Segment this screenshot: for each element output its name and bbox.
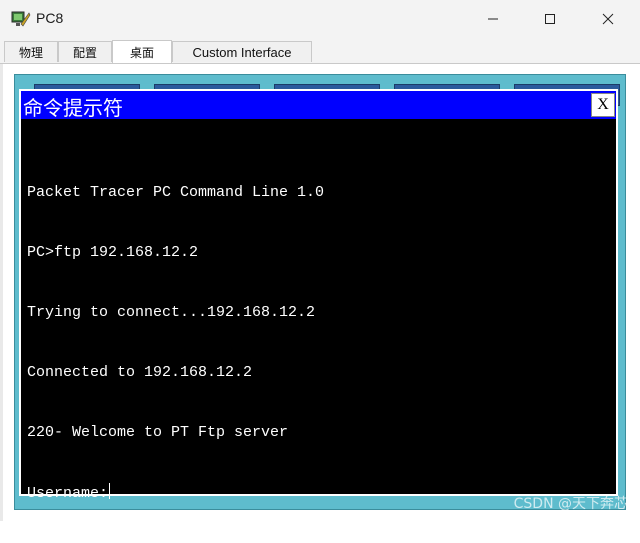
tab-custom-interface[interactable]: Custom Interface <box>172 41 312 62</box>
text-cursor <box>109 483 111 499</box>
terminal-output[interactable]: Packet Tracer PC Command Line 1.0 PC>ftp… <box>27 143 610 502</box>
minimize-icon <box>488 18 498 20</box>
packet-tracer-pc-icon <box>11 11 31 27</box>
terminal-line: 220- Welcome to PT Ftp server <box>27 424 289 441</box>
close-button[interactable] <box>585 0 631 38</box>
tab-bar: 物理 配置 桌面 Custom Interface <box>0 38 640 64</box>
command-prompt-title: 命令提示符 <box>23 96 123 120</box>
left-edge-scrollbar[interactable] <box>0 64 3 521</box>
terminal-line: PC>ftp 192.168.12.2 <box>27 244 199 261</box>
maximize-button[interactable] <box>527 0 573 38</box>
username-prompt: Username: <box>27 485 109 502</box>
watermark: CSDN @天下奔芯 <box>513 496 628 512</box>
terminal-line: Packet Tracer PC Command Line 1.0 <box>27 184 325 201</box>
window-titlebar: PC8 <box>0 0 640 38</box>
tab-desktop[interactable]: 桌面 <box>112 40 172 63</box>
minimize-button[interactable] <box>470 0 516 38</box>
command-prompt-titlebar[interactable]: 命令提示符 X <box>21 91 616 120</box>
terminal-line: Trying to connect...192.168.12.2 <box>27 304 316 321</box>
command-prompt-close-button[interactable]: X <box>591 93 615 117</box>
terminal-line: Connected to 192.168.12.2 <box>27 364 253 381</box>
tab-config[interactable]: 配置 <box>58 41 112 62</box>
window-title: PC8 <box>36 10 64 26</box>
tab-physical[interactable]: 物理 <box>4 41 58 62</box>
close-icon <box>602 13 614 25</box>
maximize-icon <box>545 14 555 24</box>
command-prompt-window: 命令提示符 X Packet Tracer PC Command Line 1.… <box>19 89 618 502</box>
